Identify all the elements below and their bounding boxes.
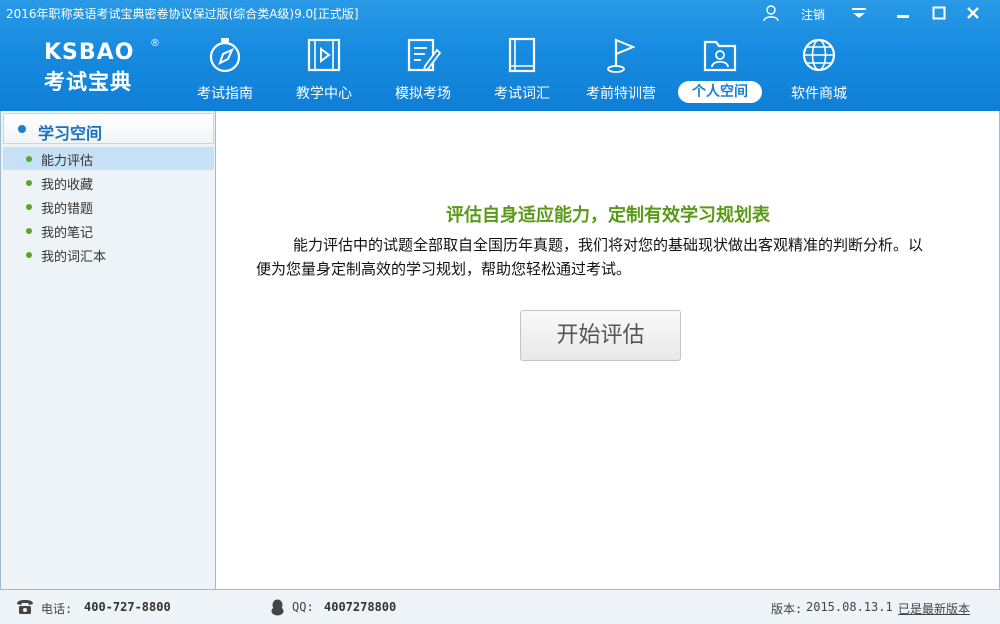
sidebar-item-label: 我的收藏 <box>41 178 94 193</box>
nav-label: 考试指南 <box>197 86 253 102</box>
nav-label: 个人空间 <box>678 81 762 103</box>
nav-personal-space[interactable]: 个人空间 <box>672 36 768 108</box>
exam-edit-icon <box>407 38 441 72</box>
book-icon <box>508 37 536 73</box>
bullet-icon <box>26 180 32 186</box>
sidebar-item-favorites[interactable]: 我的收藏 <box>3 171 214 194</box>
maximize-icon <box>932 6 946 20</box>
nav-label: 考试词汇 <box>494 86 550 102</box>
nav-label: 教学中心 <box>296 86 352 102</box>
update-status-link[interactable]: 已是最新版本 <box>898 600 970 617</box>
sidebar-header: 学习空间 <box>3 113 214 144</box>
compass-icon <box>209 38 241 73</box>
bullet-icon <box>26 156 32 162</box>
sidebar-item-label: 我的词汇本 <box>41 250 107 265</box>
maximize-button[interactable] <box>928 3 950 23</box>
version-number: 2015.08.13.1 <box>806 600 893 614</box>
ksbao-logo: KSBAO ® 考试宝典 <box>44 38 160 94</box>
window-title: 2016年职称英语考试宝典密卷协议保过版(综合类A级)9.0[正式版] <box>6 7 359 21</box>
minimize-button[interactable] <box>892 3 914 23</box>
bullet-icon <box>26 252 32 258</box>
version-label: 版本: <box>771 602 803 616</box>
assessment-description: 能力评估中的试题全部取自全国历年真题，我们将对您的基础现状做出客观精准的判断分析… <box>256 236 924 278</box>
sidebar-title: 学习空间 <box>38 124 103 143</box>
close-icon <box>967 7 979 19</box>
phone-number: 400-727-8800 <box>84 600 171 614</box>
nav-label: 模拟考场 <box>395 86 451 102</box>
nav-mock-exam[interactable]: 模拟考场 <box>375 36 471 108</box>
main-content: 评估自身适应能力，定制有效学习规划表 能力评估中的试题全部取自全国历年真题，我们… <box>216 111 1000 589</box>
bullet-icon <box>18 125 26 133</box>
nav-training-camp[interactable]: 考前特训营 <box>573 36 669 108</box>
bullet-icon <box>26 204 32 210</box>
logo-registered-mark: ® <box>150 38 160 49</box>
nav-software-store[interactable]: 软件商城 <box>771 36 867 108</box>
phone-icon <box>17 600 33 614</box>
nav-label: 软件商城 <box>791 86 847 102</box>
logo-brand-cn: 考试宝典 <box>44 70 132 94</box>
logout-link[interactable]: 注销 <box>801 6 825 23</box>
sidebar-item-label: 我的错题 <box>41 202 94 217</box>
qq-number: 4007278800 <box>324 600 397 614</box>
globe-icon <box>802 38 836 72</box>
user-icon[interactable] <box>762 4 780 22</box>
sidebar-item-label: 能力评估 <box>41 154 94 169</box>
start-assessment-button[interactable]: 开始评估 <box>520 310 681 361</box>
sidebar-item-notes[interactable]: 我的笔记 <box>3 219 214 242</box>
minimize-icon <box>897 15 909 18</box>
nav-vocabulary[interactable]: 考试词汇 <box>474 36 570 108</box>
status-bar: 电话: 400-727-8800 QQ: 4007278800 版本: 2015… <box>0 589 1000 624</box>
sidebar-item-ability-assessment[interactable]: 能力评估 <box>3 147 214 170</box>
sidebar: 学习空间 能力评估 我的收藏 我的错题 我的笔记 我的词汇本 <box>0 111 216 589</box>
nav-guide[interactable]: 考试指南 <box>177 36 273 108</box>
sidebar-item-mistakes[interactable]: 我的错题 <box>3 195 214 218</box>
chevron-down-icon <box>852 8 866 18</box>
flag-icon <box>607 38 636 73</box>
sidebar-item-vocab-book[interactable]: 我的词汇本 <box>3 243 214 266</box>
nav-teaching-center[interactable]: 教学中心 <box>276 36 372 108</box>
menu-dropdown-button[interactable] <box>848 3 870 23</box>
user-folder-icon <box>703 40 737 72</box>
phone-label: 电话: <box>41 602 73 616</box>
qq-label: QQ: <box>292 600 314 614</box>
sidebar-item-label: 我的笔记 <box>41 226 94 241</box>
close-button[interactable] <box>962 3 984 23</box>
assessment-heading: 评估自身适应能力，定制有效学习规划表 <box>446 205 770 226</box>
video-play-icon <box>307 38 341 72</box>
app-header: 2016年职称英语考试宝典密卷协议保过版(综合类A级)9.0[正式版] 注销 K… <box>0 0 1000 111</box>
bullet-icon <box>26 228 32 234</box>
nav-label: 考前特训营 <box>586 86 656 102</box>
logo-brand-en: KSBAO <box>44 40 135 65</box>
qq-penguin-icon <box>271 599 284 616</box>
